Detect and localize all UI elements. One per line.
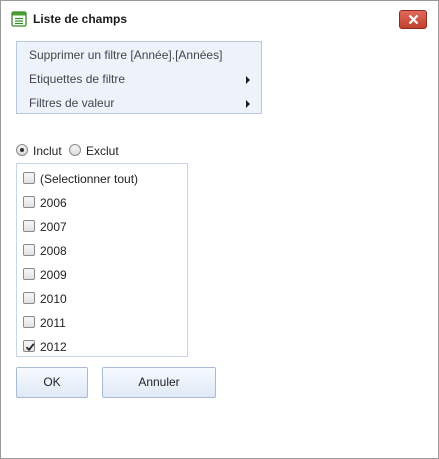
checklist-item[interactable]: 2010 (17, 287, 187, 309)
exclude-radio[interactable] (69, 144, 81, 156)
checklist-item-label: 2008 (40, 244, 67, 258)
menu-item-remove-filter[interactable]: Supprimer un filtre [Année].[Années] (17, 44, 261, 66)
title-bar[interactable]: Liste de champs (1, 1, 438, 38)
menu-item-label: Etiquettes de filtre (29, 72, 126, 86)
checkbox[interactable] (23, 220, 35, 232)
radio-selected-dot (20, 148, 24, 152)
checklist-item[interactable]: (Selectionner tout) (17, 167, 187, 189)
field-list-dialog: Liste de champs Supprimer un filtre [Ann… (0, 0, 439, 459)
menu-item-label: Supprimer un filtre [Année].[Années] (29, 48, 223, 62)
submenu-arrow-icon (246, 76, 250, 84)
close-icon (408, 14, 419, 25)
menu-item-label: Filtres de valeur (29, 96, 115, 110)
menu-item-label-filters[interactable]: Etiquettes de filtre (17, 68, 261, 90)
checklist-item[interactable]: 2012 (17, 335, 187, 357)
checklist-item-label: (Selectionner tout) (40, 172, 139, 186)
year-checklist[interactable]: (Selectionner tout) 2006 2007 2008 2009 2010 2… (16, 163, 188, 357)
checklist-item[interactable]: 2008 (17, 239, 187, 261)
checklist-item-label: 2012 (40, 340, 67, 354)
include-radio[interactable] (16, 144, 28, 156)
menu-item-value-filters[interactable]: Filtres de valeur (17, 92, 261, 114)
checklist-item[interactable]: 2006 (17, 191, 187, 213)
ok-button[interactable]: OK (16, 367, 88, 398)
checklist-item-label: 2009 (40, 268, 67, 282)
close-button[interactable] (399, 10, 427, 29)
submenu-arrow-icon (246, 100, 250, 108)
cancel-button[interactable]: Annuler (102, 367, 216, 398)
filter-context-menu: Supprimer un filtre [Année].[Années] Eti… (16, 41, 262, 114)
checklist-item[interactable]: 2007 (17, 215, 187, 237)
checklist-item-label: 2006 (40, 196, 67, 210)
checkmark-icon (25, 343, 35, 352)
dialog-title: Liste de champs (33, 12, 128, 26)
checklist-item-label: 2011 (40, 316, 66, 330)
checkbox[interactable] (23, 268, 35, 280)
checkbox[interactable] (23, 244, 35, 256)
checkbox[interactable] (23, 340, 35, 352)
checklist-item-label: 2007 (40, 220, 67, 234)
checklist-item[interactable]: 2009 (17, 263, 187, 285)
exclude-label[interactable]: Exclut (86, 144, 119, 158)
checkbox[interactable] (23, 316, 35, 328)
checklist-item-label: 2010 (40, 292, 67, 306)
checkbox[interactable] (23, 196, 35, 208)
checkbox[interactable] (23, 172, 35, 184)
field-list-icon (11, 11, 27, 27)
checkbox[interactable] (23, 292, 35, 304)
include-label[interactable]: Inclut (33, 144, 62, 158)
checklist-item[interactable]: 2011 (17, 311, 187, 333)
